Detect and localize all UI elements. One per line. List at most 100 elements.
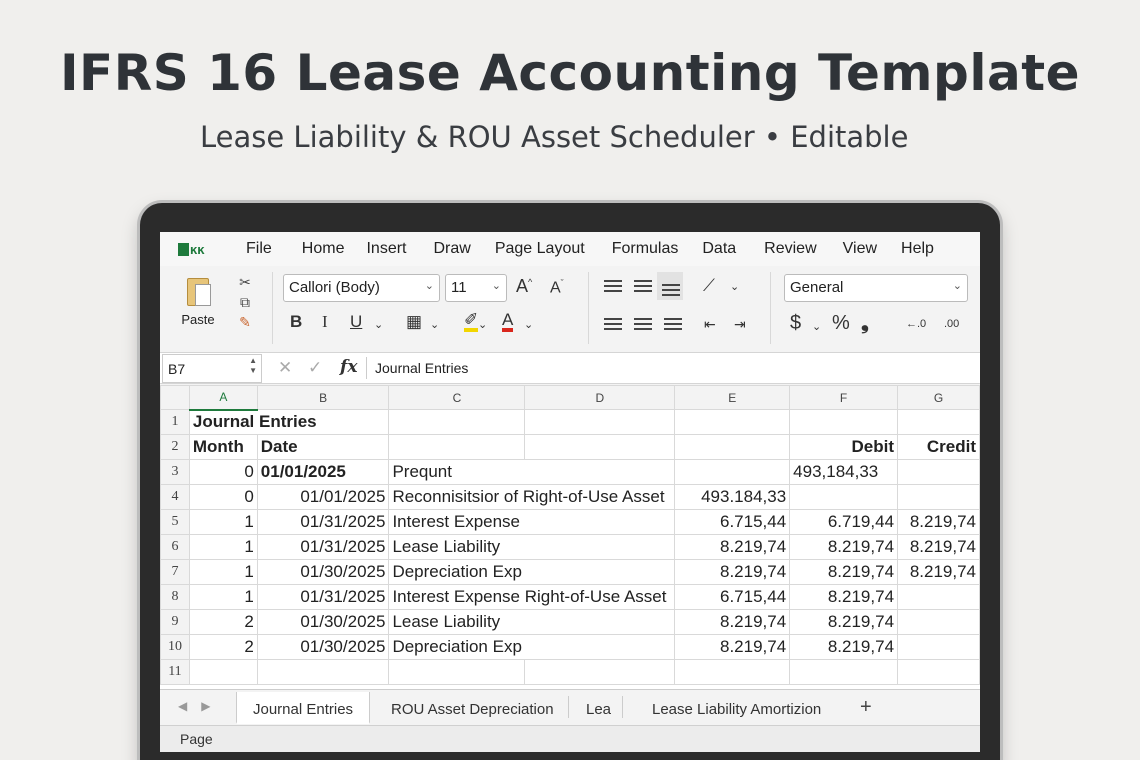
- header-cell-credit[interactable]: Credit: [897, 434, 980, 460]
- cell[interactable]: [897, 409, 980, 435]
- cell[interactable]: [789, 409, 899, 435]
- cell-description[interactable]: Lease Liability: [388, 534, 676, 560]
- cell-month[interactable]: 1: [188, 584, 258, 610]
- font-color-icon[interactable]: A: [502, 311, 514, 332]
- cell-debit[interactable]: 493,184,33: [789, 459, 899, 485]
- italic-button[interactable]: I: [322, 312, 328, 332]
- cell-credit[interactable]: [897, 584, 980, 610]
- cell-date[interactable]: 01/30/2025: [256, 634, 390, 660]
- align-bottom-icon[interactable]: [662, 284, 680, 298]
- shrink-font-icon[interactable]: Aˇ: [550, 278, 564, 297]
- column-header[interactable]: E: [674, 385, 791, 410]
- cell-debit[interactable]: 6.719,44: [789, 509, 899, 535]
- formula-input[interactable]: Journal Entries: [375, 360, 468, 376]
- cell[interactable]: [789, 659, 899, 685]
- cell-credit[interactable]: 8.219,74: [897, 509, 980, 535]
- menu-home[interactable]: Home: [302, 240, 345, 258]
- cell[interactable]: [674, 659, 791, 685]
- cell[interactable]: [388, 659, 526, 685]
- cell-description[interactable]: Depreciation Exp: [388, 559, 676, 585]
- row-header[interactable]: 9: [160, 609, 190, 635]
- menu-formulas[interactable]: Formulas: [612, 240, 679, 258]
- cell-debit[interactable]: 8.219,74: [789, 609, 899, 635]
- cell[interactable]: [897, 659, 980, 685]
- add-sheet-button[interactable]: +: [860, 696, 872, 719]
- cell-month[interactable]: 1: [188, 534, 258, 560]
- cell-description[interactable]: Interest Expense Right-of-Use Asset: [388, 584, 676, 610]
- column-header[interactable]: D: [524, 385, 676, 410]
- cell-month[interactable]: 2: [188, 609, 258, 635]
- cell-month[interactable]: 2: [188, 634, 258, 660]
- format-painter-icon[interactable]: ✎: [230, 312, 260, 332]
- cell[interactable]: [188, 659, 258, 685]
- header-cell-date[interactable]: Date: [256, 434, 390, 460]
- cell-debit[interactable]: 8.219,74: [789, 584, 899, 610]
- row-header[interactable]: 1: [160, 409, 190, 435]
- cell-month[interactable]: 0: [188, 459, 258, 485]
- cell-date[interactable]: 01/31/2025: [256, 534, 390, 560]
- cell-credit[interactable]: 8.219,74: [897, 534, 980, 560]
- cell-amount[interactable]: [674, 459, 791, 485]
- row-header[interactable]: 7: [160, 559, 190, 585]
- cell-debit[interactable]: 8.219,74: [789, 634, 899, 660]
- cell-credit[interactable]: [897, 634, 980, 660]
- tab-rou-asset-depreciation[interactable]: ROU Asset Depreciation: [375, 692, 570, 724]
- percent-button[interactable]: %: [832, 312, 850, 335]
- cell-date[interactable]: 01/01/2025: [256, 484, 390, 510]
- sheet-title-cell[interactable]: Journal Entries: [188, 409, 390, 435]
- fill-color-icon[interactable]: ✐: [464, 311, 479, 332]
- cell-amount[interactable]: 6.715,44: [674, 584, 791, 610]
- column-header[interactable]: F: [789, 385, 899, 410]
- cell-amount[interactable]: 6.715,44: [674, 509, 791, 535]
- header-cell-debit[interactable]: Debit: [789, 434, 899, 460]
- paste-button[interactable]: Paste: [176, 274, 220, 327]
- row-header[interactable]: 8: [160, 584, 190, 610]
- font-size-select[interactable]: 11 ⌄: [445, 274, 507, 302]
- cell[interactable]: [674, 409, 791, 435]
- cell-date[interactable]: 01/30/2025: [256, 559, 390, 585]
- chevron-down-icon[interactable]: ⌄: [730, 280, 739, 293]
- grow-font-icon[interactable]: A^: [516, 276, 532, 297]
- row-header[interactable]: 4: [160, 484, 190, 510]
- column-header[interactable]: G: [897, 385, 980, 410]
- menu-view[interactable]: View: [843, 240, 877, 258]
- cell-amount[interactable]: 8.219,74: [674, 534, 791, 560]
- column-header[interactable]: B: [256, 385, 390, 410]
- cell-debit[interactable]: 8.219,74: [789, 559, 899, 585]
- tab-journal-entries[interactable]: Journal Entries: [236, 692, 371, 724]
- align-middle-icon[interactable]: [634, 280, 652, 294]
- cell-credit[interactable]: [897, 484, 980, 510]
- increase-indent-icon[interactable]: ⇥: [734, 316, 746, 333]
- cell-description[interactable]: Prequnt: [388, 459, 676, 485]
- row-header[interactable]: 6: [160, 534, 190, 560]
- cell-credit[interactable]: 8.219,74: [897, 559, 980, 585]
- confirm-icon[interactable]: ✓: [308, 358, 322, 378]
- column-header[interactable]: A: [188, 385, 258, 411]
- header-cell-month[interactable]: Month: [188, 434, 258, 460]
- underline-button[interactable]: U: [350, 312, 362, 332]
- chevron-down-icon[interactable]: ⌄: [812, 320, 821, 333]
- align-top-icon[interactable]: [604, 280, 622, 294]
- menu-review[interactable]: Review: [764, 240, 816, 258]
- orientation-icon[interactable]: ⟋: [703, 276, 715, 296]
- column-header[interactable]: C: [388, 385, 526, 410]
- align-right-icon[interactable]: [664, 318, 682, 332]
- currency-button[interactable]: $: [790, 312, 801, 335]
- select-all-corner[interactable]: [160, 385, 190, 410]
- row-header[interactable]: 10: [160, 634, 190, 660]
- menu-file[interactable]: File: [246, 240, 272, 258]
- chevron-down-icon[interactable]: ⌄: [374, 318, 383, 331]
- cell[interactable]: [524, 409, 676, 435]
- tab-scroll-arrows-icon[interactable]: ◀▶: [178, 699, 224, 713]
- increase-decimal-button[interactable]: ←.0: [906, 318, 926, 330]
- cell-date[interactable]: 01/01/2025: [256, 459, 390, 485]
- bold-button[interactable]: B: [290, 312, 302, 332]
- align-center-icon[interactable]: [634, 318, 652, 332]
- cell-description[interactable]: Depreciation Exp: [388, 634, 676, 660]
- menu-data[interactable]: Data: [702, 240, 736, 258]
- cell-month[interactable]: 1: [188, 559, 258, 585]
- cell-description[interactable]: Reconnisitsior of Right-of-Use Asset: [388, 484, 676, 510]
- decrease-decimal-button[interactable]: .00: [944, 318, 959, 330]
- cell-credit[interactable]: [897, 459, 980, 485]
- font-name-select[interactable]: Callori (Body) ⌄: [283, 274, 440, 302]
